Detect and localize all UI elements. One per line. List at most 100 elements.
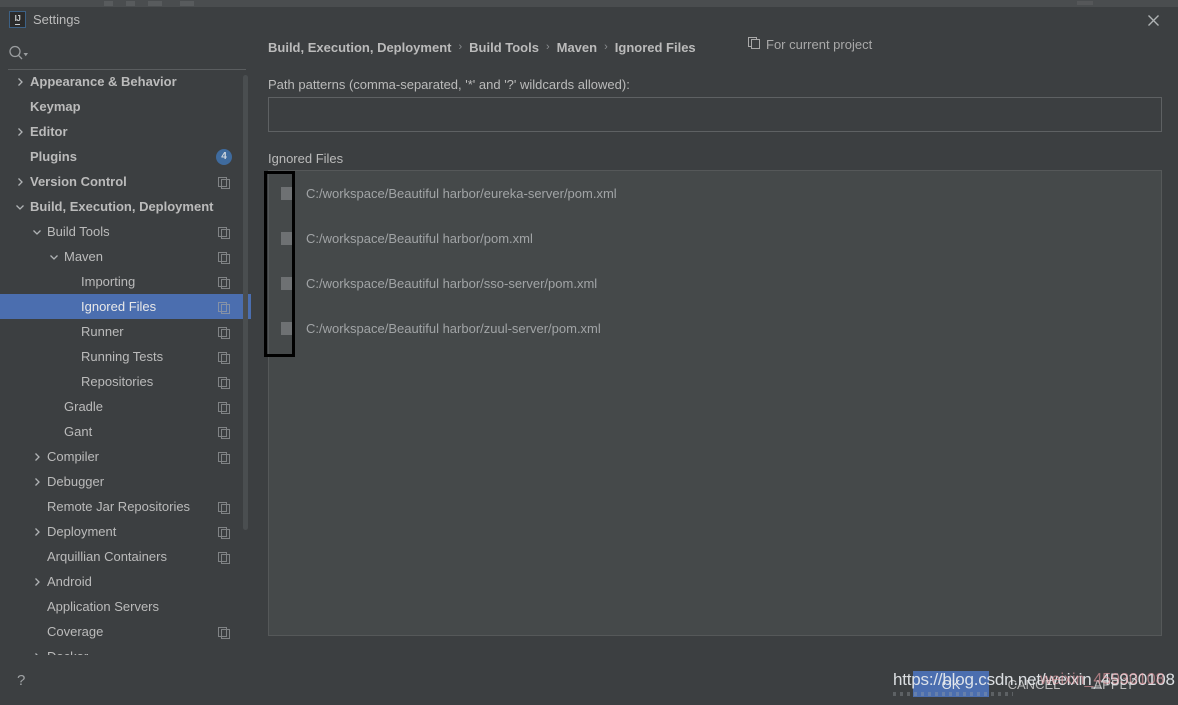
sidebar-item-editor[interactable]: Editor bbox=[0, 119, 251, 144]
sidebar-item-label: Application Servers bbox=[47, 599, 159, 614]
copy-icon bbox=[218, 301, 230, 314]
breadcrumb-separator: › bbox=[458, 41, 463, 53]
sidebar-item-repositories[interactable]: Repositories bbox=[0, 369, 251, 394]
sidebar-item-android[interactable]: Android bbox=[0, 569, 251, 594]
sidebar-item-keymap[interactable]: Keymap bbox=[0, 94, 251, 119]
chevron-right-icon[interactable] bbox=[31, 526, 43, 538]
watermark-underline bbox=[893, 692, 1013, 696]
background-window-tabs bbox=[104, 0, 214, 7]
search-icon[interactable] bbox=[8, 45, 30, 61]
sidebar-item-compiler[interactable]: Compiler bbox=[0, 444, 251, 469]
chevron-right-icon[interactable] bbox=[31, 476, 43, 488]
chevron-right-icon[interactable] bbox=[14, 176, 26, 188]
path-patterns-input[interactable] bbox=[268, 97, 1162, 132]
sidebar-item-arquillian-containers[interactable]: Arquillian Containers bbox=[0, 544, 251, 569]
background-window-strip bbox=[0, 0, 1178, 7]
breadcrumb-crumb-3: Ignored Files bbox=[614, 39, 696, 55]
close-icon[interactable] bbox=[1136, 7, 1170, 33]
sidebar-item-remote-jar-repositories[interactable]: Remote Jar Repositories bbox=[0, 494, 251, 519]
dialog-footer: ? OK CANCEL APPLY bbox=[0, 655, 1178, 705]
copy-icon bbox=[218, 551, 230, 564]
breadcrumb-separator: › bbox=[604, 41, 608, 53]
sidebar-item-label: Gradle bbox=[64, 399, 104, 414]
settings-sidebar: Appearance & Behavior Keymap Editor Plugins… bbox=[0, 33, 251, 655]
sidebar-item-appearance-behavior[interactable]: Appearance & Behavior bbox=[0, 69, 251, 94]
ignored-file-path: C:/workspace/Beautiful harbor/pom.xml bbox=[306, 231, 533, 246]
ignored-file-path: C:/workspace/Beautiful harbor/eureka-ser… bbox=[306, 186, 617, 201]
sidebar-item-plugins[interactable]: Plugins 4 bbox=[0, 144, 251, 169]
sidebar-item-docker[interactable]: Docker bbox=[0, 644, 251, 655]
window-title: Settings bbox=[33, 12, 80, 27]
ignored-file-checkbox[interactable] bbox=[281, 232, 294, 245]
ignored-file-path: C:/workspace/Beautiful harbor/zuul-serve… bbox=[306, 321, 601, 336]
copy-icon bbox=[218, 226, 230, 239]
ignored-file-row[interactable]: C:/workspace/Beautiful harbor/sso-server… bbox=[269, 261, 1161, 306]
sidebar-item-label: Coverage bbox=[47, 624, 104, 639]
sidebar-item-label: Importing bbox=[81, 274, 136, 289]
copy-icon bbox=[218, 251, 230, 264]
ignored-file-checkbox[interactable] bbox=[281, 187, 294, 200]
chevron-down-icon[interactable] bbox=[31, 226, 43, 238]
settings-content: Build, Execution, Deployment › Build Tools… bbox=[251, 33, 1178, 655]
sidebar-item-maven[interactable]: Maven bbox=[0, 244, 251, 269]
sidebar-item-runner[interactable]: Runner bbox=[0, 319, 251, 344]
sidebar-item-running-tests[interactable]: Running Tests bbox=[0, 344, 251, 369]
sidebar-item-build-tools[interactable]: Build Tools bbox=[0, 219, 251, 244]
breadcrumb-crumb-1[interactable]: Build Tools bbox=[469, 40, 539, 55]
settings-dialog: IJ Settings Appearance & Behavior Keymap E… bbox=[0, 0, 1178, 705]
copy-icon bbox=[218, 176, 230, 189]
sidebar-item-label: Compiler bbox=[47, 449, 100, 464]
ignored-file-checkbox[interactable] bbox=[281, 322, 294, 335]
sidebar-scrollbar[interactable] bbox=[243, 75, 248, 530]
sidebar-item-debugger[interactable]: Debugger bbox=[0, 469, 251, 494]
path-patterns-label: Path patterns (comma-separated, '*' and … bbox=[268, 77, 630, 92]
background-window-right bbox=[1077, 1, 1093, 5]
sidebar-item-label: Editor bbox=[30, 124, 68, 139]
plugins-update-badge: 4 bbox=[216, 148, 232, 165]
sidebar-item-label: Deployment bbox=[47, 524, 117, 539]
intellij-idea-icon: IJ bbox=[9, 11, 26, 28]
copy-icon bbox=[218, 426, 230, 439]
breadcrumb: Build, Execution, Deployment › Build Tools… bbox=[268, 37, 696, 57]
copy-icon bbox=[218, 276, 230, 289]
sidebar-item-label: Remote Jar Repositories bbox=[47, 499, 191, 514]
sidebar-item-gant[interactable]: Gant bbox=[0, 419, 251, 444]
sidebar-item-gradle[interactable]: Gradle bbox=[0, 394, 251, 419]
breadcrumb-crumb-2[interactable]: Maven bbox=[557, 40, 597, 55]
chevron-right-icon[interactable] bbox=[31, 451, 43, 463]
ignored-file-checkbox[interactable] bbox=[281, 277, 294, 290]
sidebar-item-deployment[interactable]: Deployment bbox=[0, 519, 251, 544]
search-input[interactable] bbox=[30, 42, 240, 64]
copy-icon bbox=[748, 37, 760, 52]
sidebar-item-label: Repositories bbox=[81, 374, 154, 389]
ignored-file-row[interactable]: C:/workspace/Beautiful harbor/zuul-serve… bbox=[269, 306, 1161, 351]
scope-indicator: For current project bbox=[748, 37, 872, 52]
sidebar-item-coverage[interactable]: Coverage bbox=[0, 619, 251, 644]
sidebar-item-label: Android bbox=[47, 574, 92, 589]
sidebar-item-application-servers[interactable]: Application Servers bbox=[0, 594, 251, 619]
copy-icon bbox=[218, 326, 230, 339]
breadcrumb-crumb-0[interactable]: Build, Execution, Deployment bbox=[268, 40, 451, 55]
chevron-right-icon[interactable] bbox=[31, 576, 43, 588]
chevron-right-icon[interactable] bbox=[14, 76, 26, 88]
title-bar: IJ Settings bbox=[0, 7, 1178, 33]
apply-button[interactable]: APPLY bbox=[1078, 671, 1150, 697]
chevron-right-icon[interactable] bbox=[14, 126, 26, 138]
copy-icon bbox=[218, 351, 230, 364]
chevron-down-icon[interactable] bbox=[48, 251, 60, 263]
chevron-down-icon[interactable] bbox=[14, 201, 26, 213]
sidebar-item-ignored-files[interactable]: Ignored Files bbox=[0, 294, 251, 319]
sidebar-item-version-control[interactable]: Version Control bbox=[0, 169, 251, 194]
settings-tree: Appearance & Behavior Keymap Editor Plugins… bbox=[0, 69, 251, 655]
ignored-file-row[interactable]: C:/workspace/Beautiful harbor/eureka-ser… bbox=[269, 171, 1161, 216]
sidebar-item-label: Ignored Files bbox=[81, 299, 157, 314]
sidebar-item-label: Runner bbox=[81, 324, 124, 339]
ignored-files-label: Ignored Files bbox=[268, 151, 344, 166]
help-button[interactable]: ? bbox=[17, 672, 25, 689]
sidebar-item-label: Gant bbox=[64, 424, 93, 439]
ignored-files-list: C:/workspace/Beautiful harbor/eureka-ser… bbox=[268, 170, 1162, 636]
sidebar-item-build-execution-deployment[interactable]: Build, Execution, Deployment bbox=[0, 194, 251, 219]
sidebar-item-importing[interactable]: Importing bbox=[0, 269, 251, 294]
ignored-file-row[interactable]: C:/workspace/Beautiful harbor/pom.xml bbox=[269, 216, 1161, 261]
scope-label: For current project bbox=[766, 37, 873, 52]
